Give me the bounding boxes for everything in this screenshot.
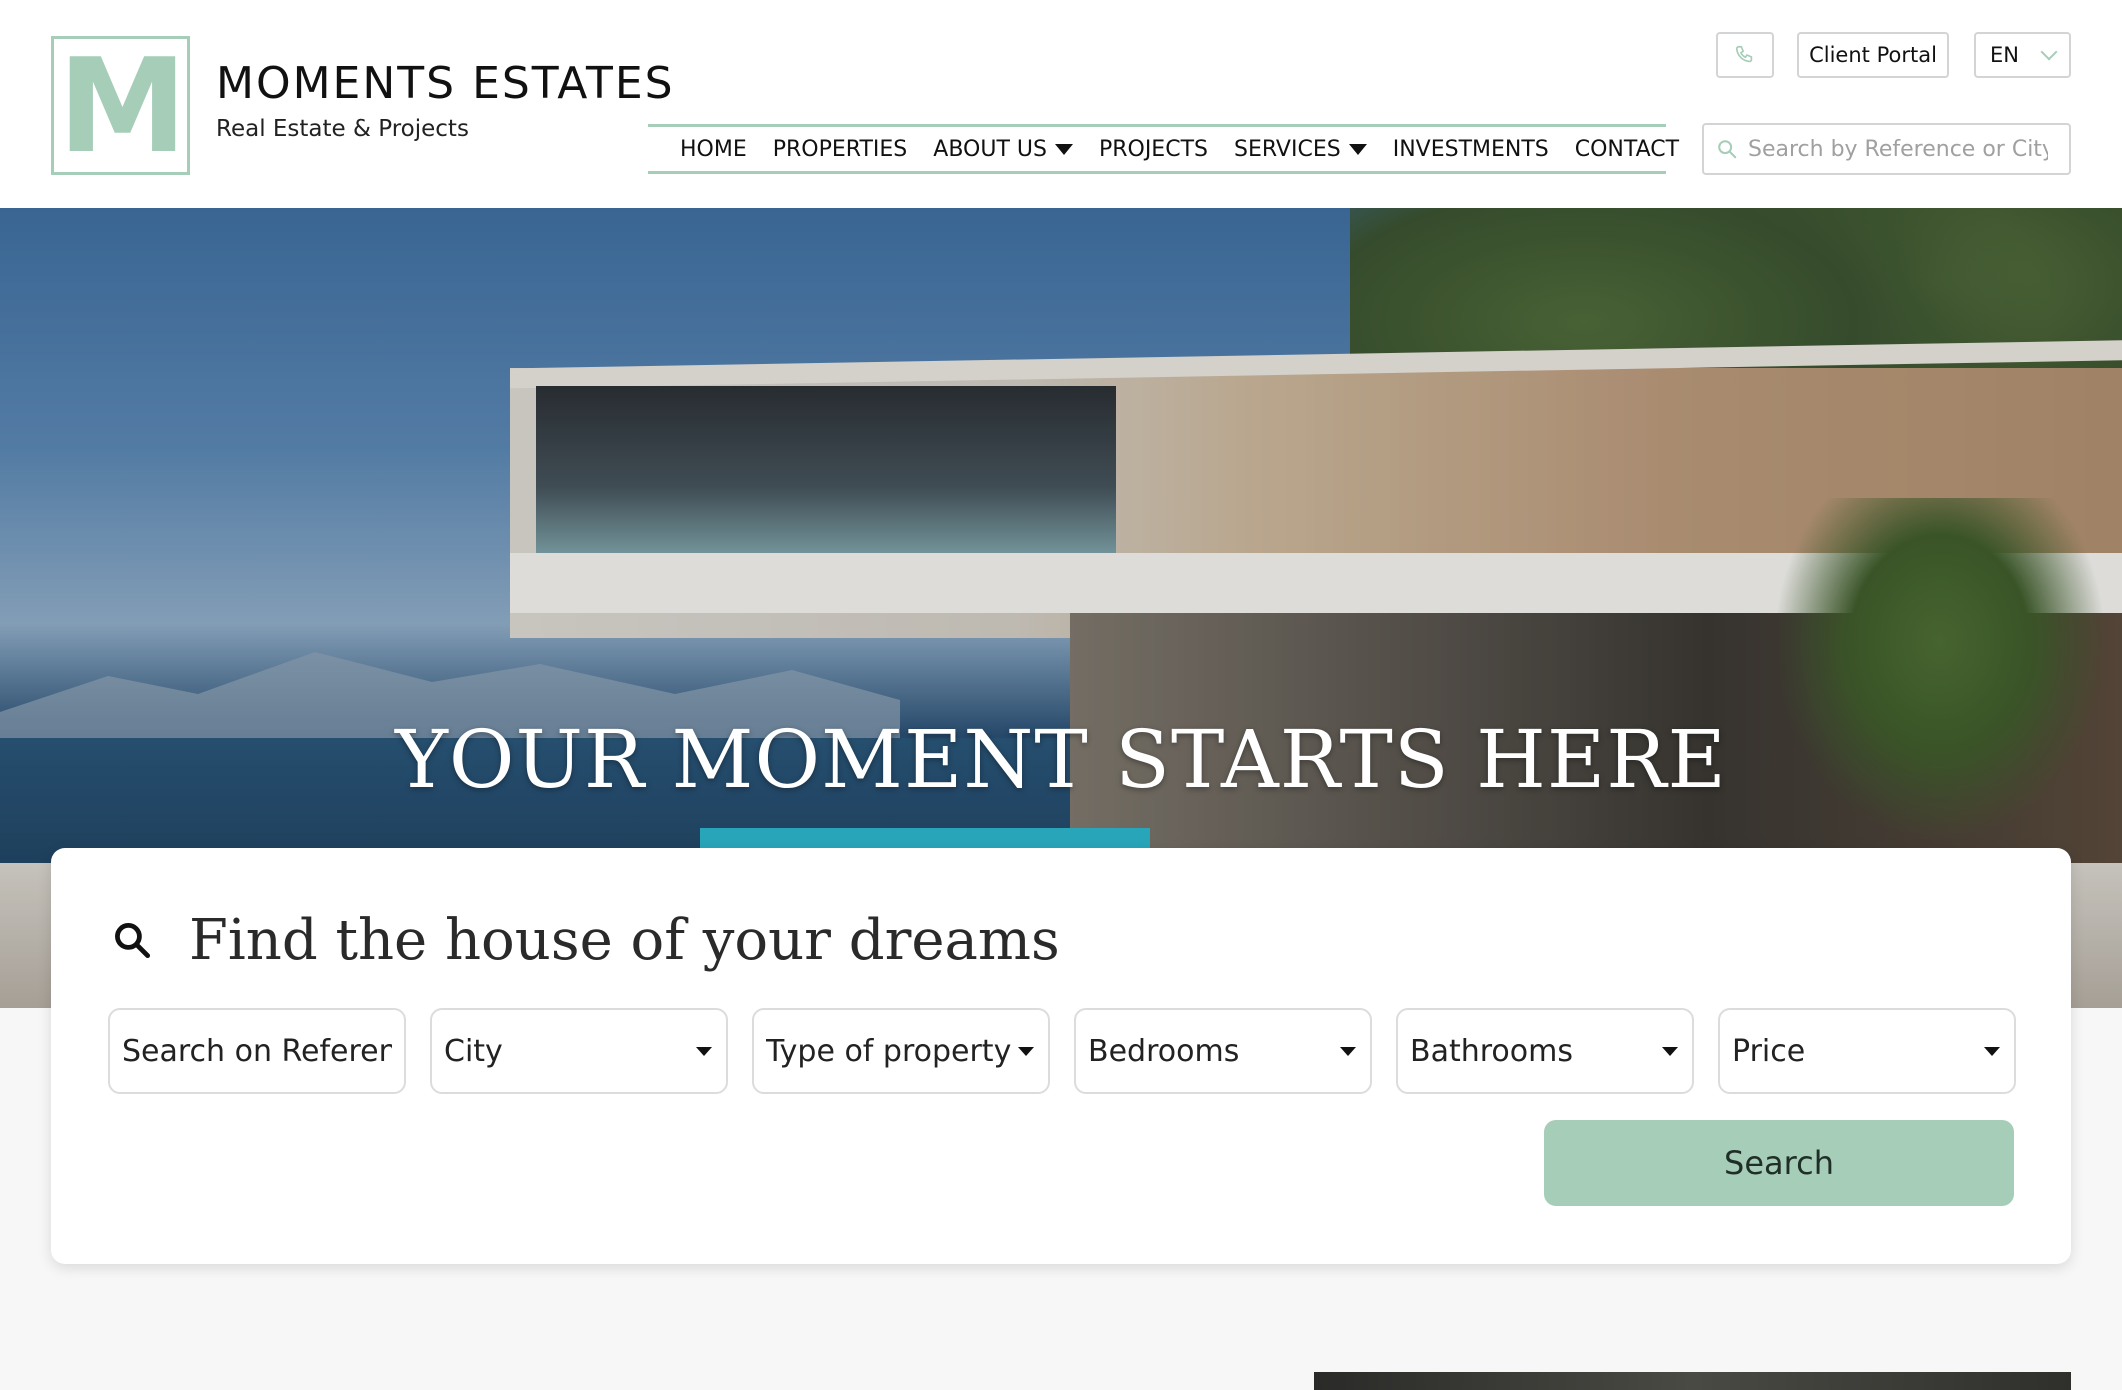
price-select[interactable]: Price	[1718, 1008, 2016, 1094]
main-nav: HOME PROPERTIES ABOUT US PROJECTS SERVIC…	[648, 124, 1679, 174]
search-button[interactable]: Search	[1544, 1120, 2014, 1206]
nav-item-label: PROJECTS	[1098, 136, 1208, 162]
logo-letter: M	[57, 29, 187, 182]
nav-item-label: INVESTMENTS	[1392, 136, 1549, 162]
caret-down-icon	[1018, 1046, 1034, 1056]
property-search-card: Find the house of your dreams City Type …	[51, 848, 2071, 1264]
header-search-box[interactable]	[1702, 123, 2071, 175]
language-label: EN	[1990, 43, 2019, 67]
chevron-down-icon	[2040, 43, 2058, 61]
language-selector[interactable]: EN	[1974, 32, 2071, 78]
search-icon	[1718, 140, 1737, 159]
nav-item-label: SERVICES	[1233, 136, 1341, 162]
site-header: M MOMENTS ESTATES Real Estate & Projects…	[0, 0, 2122, 208]
caret-down-icon	[1340, 1046, 1356, 1056]
reference-input[interactable]	[122, 1033, 392, 1069]
bedrooms-select-label: Bedrooms	[1088, 1033, 1240, 1069]
nav-item-label: ABOUT US	[933, 136, 1047, 162]
brand-name[interactable]: MOMENTS ESTATES	[216, 58, 675, 109]
phone-icon	[1735, 45, 1753, 63]
bedrooms-select[interactable]: Bedrooms	[1074, 1008, 1372, 1094]
nav-item-projects[interactable]: PROJECTS	[1099, 137, 1208, 162]
price-select-label: Price	[1732, 1033, 1806, 1069]
search-icon	[115, 922, 151, 958]
nav-item-properties[interactable]: PROPERTIES	[773, 137, 908, 162]
bathrooms-select[interactable]: Bathrooms	[1396, 1008, 1694, 1094]
caret-down-icon	[696, 1046, 712, 1056]
nav-item-label: CONTACT	[1574, 136, 1680, 162]
city-select-label: City	[444, 1033, 503, 1069]
header-search-input[interactable]	[1748, 136, 2048, 162]
nav-item-investments[interactable]: INVESTMENTS	[1393, 137, 1549, 162]
city-select[interactable]: City	[430, 1008, 728, 1094]
caret-down-icon	[1054, 143, 1073, 155]
caret-down-icon	[1662, 1046, 1678, 1056]
nav-item-about-us[interactable]: ABOUT US	[933, 137, 1073, 162]
nav-item-label: PROPERTIES	[772, 136, 908, 162]
nav-item-label: HOME	[680, 136, 747, 162]
logo[interactable]: M	[51, 36, 190, 175]
property-type-select-label: Type of property	[766, 1033, 1012, 1069]
search-card-header: Find the house of your dreams	[111, 908, 1060, 973]
caret-down-icon	[1984, 1046, 2000, 1056]
property-type-select[interactable]: Type of property	[752, 1008, 1050, 1094]
hero-title: YOUR MOMENT STARTS HERE	[395, 713, 1727, 806]
brand-tagline: Real Estate & Projects	[216, 116, 469, 142]
nav-item-contact[interactable]: CONTACT	[1575, 137, 1679, 162]
bathrooms-select-label: Bathrooms	[1410, 1033, 1573, 1069]
nav-item-services[interactable]: SERVICES	[1234, 137, 1367, 162]
caret-down-icon	[1348, 143, 1367, 155]
search-filters: City Type of property Bedrooms Bathrooms…	[108, 1008, 2016, 1094]
client-portal-button[interactable]: Client Portal	[1797, 32, 1949, 78]
nav-item-home[interactable]: HOME	[680, 137, 747, 162]
phone-button[interactable]	[1716, 32, 1774, 78]
reference-field[interactable]	[108, 1008, 406, 1094]
search-card-title: Find the house of your dreams	[189, 908, 1060, 973]
featured-image-preview[interactable]	[1314, 1372, 2071, 1390]
